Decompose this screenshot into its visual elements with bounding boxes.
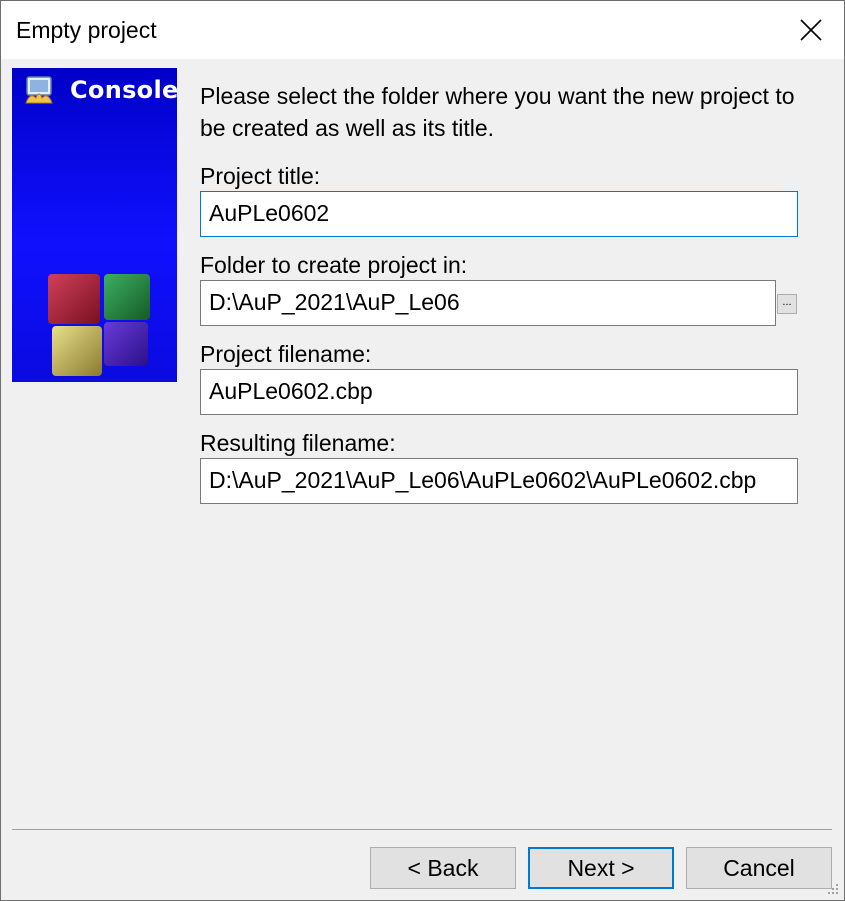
browse-folder-button[interactable]: ... [777, 294, 797, 314]
project-title-label: Project title: [200, 163, 321, 189]
resize-grip-icon[interactable] [824, 880, 840, 896]
footer-separator [12, 829, 832, 830]
close-icon [800, 19, 822, 41]
instructions-text: Please select the folder where you want … [200, 83, 795, 141]
project-filename-label: Project filename: [200, 341, 372, 367]
folder-label: Folder to create project in: [200, 252, 468, 278]
folder-input[interactable]: D:\AuP_2021\AuP_Le06 [200, 280, 776, 326]
back-button[interactable]: < Back [370, 847, 516, 889]
title-bar: Empty project [1, 1, 844, 59]
cancel-button[interactable]: Cancel [686, 847, 832, 889]
codeblocks-app-icon [25, 76, 53, 104]
window-title: Empty project [16, 17, 157, 43]
banner-title: Console [70, 76, 179, 104]
project-filename-input[interactable]: AuPLe0602.cbp [200, 369, 798, 415]
resulting-filename-field[interactable]: D:\AuP_2021\AuP_Le06\AuPLe0602\AuPLe0602… [200, 458, 798, 504]
close-button[interactable] [778, 1, 844, 59]
project-title-input[interactable]: AuPLe0602 [200, 191, 798, 237]
next-button[interactable]: Next > [528, 847, 674, 889]
resulting-filename-label: Resulting filename: [200, 430, 396, 456]
wizard-banner: Console [12, 68, 179, 382]
empty-project-dialog: Empty project Console Please select the … [0, 0, 845, 901]
cubes-logo-icon [48, 274, 150, 376]
